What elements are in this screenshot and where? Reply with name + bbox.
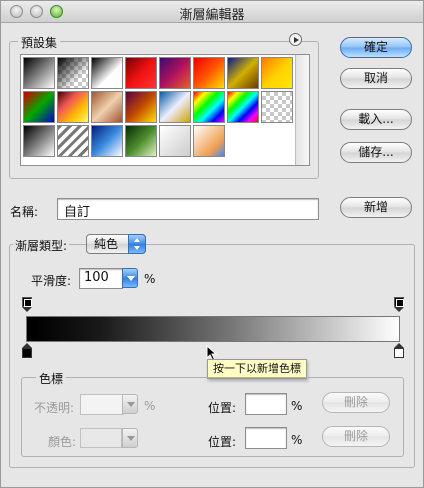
stops-legend: 色標 [36,370,67,387]
window-title: 漸層編輯器 [179,8,245,23]
ok-button[interactable]: 確定 [340,37,412,58]
cancel-button[interactable]: 取消 [340,68,412,89]
color-location-label: 位置: [208,435,237,449]
preset-swatch[interactable] [23,57,55,89]
preset-swatch[interactable] [57,57,89,89]
preset-swatch[interactable] [57,91,89,123]
add-stop-tooltip: 按一下以新增色標 [207,359,307,379]
preset-swatch[interactable] [227,57,259,89]
preset-swatch[interactable] [193,57,225,89]
preset-swatch-panel [20,54,310,166]
color-location-input[interactable] [245,427,287,449]
preset-swatch[interactable] [23,125,55,157]
opacity-unit: % [144,399,156,413]
opacity-location-input[interactable] [245,393,287,415]
preset-swatch[interactable] [193,91,225,123]
preset-swatch[interactable] [261,91,293,123]
gradient-type-label: 漸層類型: [13,237,70,254]
preset-swatch[interactable] [125,57,157,89]
opacity-input[interactable] [80,394,124,415]
preset-swatch[interactable] [23,91,55,123]
preset-swatch[interactable] [57,125,89,157]
opacity-stop-left[interactable] [22,297,32,313]
gradient-preview-bar[interactable] [26,316,400,342]
preset-swatch[interactable] [193,125,225,157]
preset-swatch[interactable] [159,57,191,89]
delete-color-stop-button[interactable]: 刪除 [322,426,390,447]
gradient-type-popup[interactable]: 純色 [86,234,146,254]
color-stop-left[interactable] [22,343,32,359]
preset-swatch[interactable] [159,91,191,123]
gradient-type-value: 純色 [94,237,119,251]
load-button[interactable]: 載入... [340,109,412,130]
preset-swatch[interactable] [261,57,293,89]
gradient-editor-window: 漸層編輯器 預設集 確定 取消 載入... 儲存... 名稱: 自訂 新增 漸層… [0,0,424,488]
presets-legend: 預設集 [18,34,61,51]
name-label: 名稱: [10,205,39,219]
save-button[interactable]: 儲存... [340,142,412,163]
smoothness-label: 平滑度: [31,274,72,288]
popup-arrows-icon [128,234,146,254]
opacity-label: 不透明: [34,401,75,415]
opacity-stop-right[interactable] [394,297,404,313]
new-button[interactable]: 新增 [340,197,412,218]
preset-swatch[interactable] [91,125,123,157]
title-bar[interactable]: 漸層編輯器 [1,1,423,23]
preset-swatch[interactable] [125,91,157,123]
color-label: 顏色: [48,435,77,449]
stop-color-swatch[interactable] [80,428,122,448]
delete-opacity-stop-button[interactable]: 刪除 [322,392,390,413]
presets-scrollbar[interactable] [295,55,309,165]
presets-group: 預設集 [9,34,319,179]
preset-swatch-grid [23,57,295,163]
opacity-dropdown-icon[interactable] [122,394,138,414]
color-stop-right[interactable] [394,343,404,359]
preset-swatch[interactable] [227,91,259,123]
preset-swatch[interactable] [91,91,123,123]
smoothness-input[interactable]: 100 [79,268,123,289]
color-dropdown-icon[interactable] [122,428,138,448]
smoothness-unit: % [144,272,156,286]
color-location-unit: % [291,433,303,447]
preset-swatch[interactable] [91,57,123,89]
opacity-location-unit: % [291,399,303,413]
flyout-menu-icon[interactable] [289,33,302,46]
opacity-location-label: 位置: [208,401,237,415]
smoothness-dropdown-icon[interactable] [122,268,138,288]
name-input[interactable]: 自訂 [57,198,319,220]
preset-swatch[interactable] [125,125,157,157]
preset-swatch[interactable] [159,125,191,157]
